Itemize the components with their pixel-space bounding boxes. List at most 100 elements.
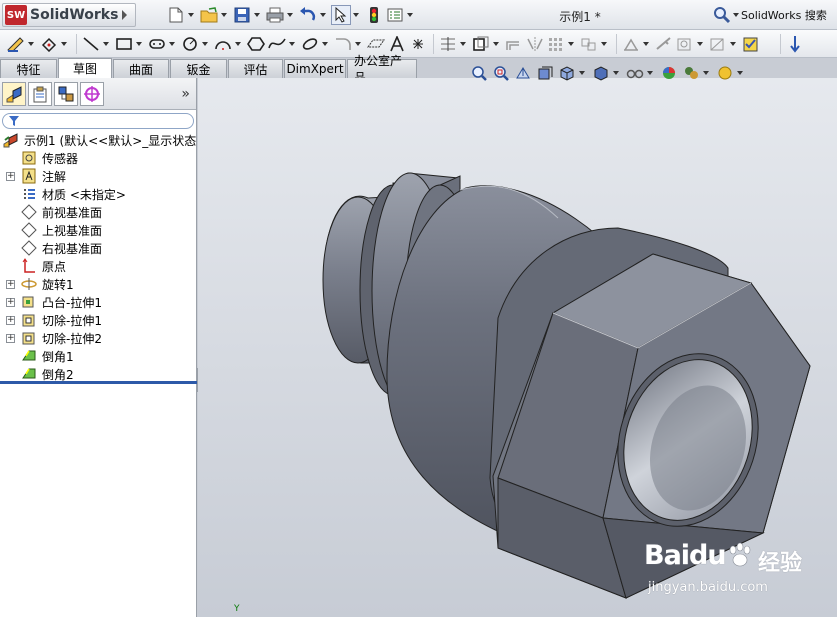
print-icon[interactable] [265, 5, 285, 25]
circle-icon[interactable] [180, 33, 200, 55]
tree-item-label: 切除-拉伸2 [42, 331, 102, 346]
tree-item[interactable]: 右视基准面 [0, 239, 196, 257]
select-dropdown[interactable] [353, 13, 359, 17]
tab-surfaces[interactable]: 曲面 [113, 59, 169, 78]
tree-item-label: 上视基准面 [42, 223, 103, 238]
display-style-icon[interactable] [590, 63, 612, 83]
expand-toggle-icon[interactable]: + [6, 315, 15, 325]
tree-root[interactable]: 示例1 (默认<<默认>_显示状态 [0, 131, 196, 149]
display-relations-icon[interactable] [621, 33, 641, 55]
tree-item-label: 右视基准面 [42, 241, 103, 256]
arc-icon[interactable] [213, 33, 233, 55]
sketch-icon[interactable] [6, 33, 26, 55]
expand-toggle-icon[interactable]: + [6, 171, 15, 181]
tree-item[interactable]: + 切除-拉伸1 [0, 311, 196, 329]
print-dropdown[interactable] [287, 13, 293, 17]
open-dropdown[interactable] [221, 13, 227, 17]
hide-show-icon[interactable] [624, 63, 646, 83]
view-settings-icon[interactable] [714, 63, 736, 83]
tree-item[interactable]: 上视基准面 [0, 221, 196, 239]
chamfer-icon [21, 366, 37, 382]
smart-dimension-icon[interactable] [39, 33, 59, 55]
save-icon[interactable] [232, 5, 252, 25]
convert-entities-icon[interactable] [471, 33, 491, 55]
section-view-icon[interactable] [534, 63, 556, 83]
feature-manager-icon[interactable] [2, 81, 26, 106]
point-icon[interactable] [408, 33, 428, 55]
select-pointer-icon[interactable] [331, 5, 351, 25]
slot-icon[interactable] [147, 33, 167, 55]
expand-toggle-icon[interactable]: + [6, 297, 15, 307]
new-dropdown[interactable] [188, 13, 194, 17]
tree-item-label: 倒角1 [42, 349, 74, 364]
hex-nut-fitting-model[interactable] [198, 78, 837, 617]
fillet-icon[interactable] [333, 33, 353, 55]
rollback-bar[interactable] [0, 381, 197, 384]
sensor-icon [21, 150, 37, 166]
watermark-brand: Baidu [644, 540, 727, 571]
previous-view-icon[interactable] [512, 63, 534, 83]
tree-item[interactable]: + 旋转1 [0, 275, 196, 293]
tab-features[interactable]: 特征 [0, 59, 57, 78]
options-icon[interactable] [385, 5, 405, 25]
save-dropdown[interactable] [254, 13, 260, 17]
tree-item[interactable]: 材质 <未指定> [0, 185, 196, 203]
graphics-area[interactable] [198, 78, 837, 617]
expand-panel-icon[interactable]: » [181, 86, 190, 102]
line-icon[interactable] [81, 33, 101, 55]
feature-filter-input[interactable] [2, 113, 194, 129]
tree-item[interactable]: + 切除-拉伸2 [0, 329, 196, 347]
quick-snaps-icon[interactable] [675, 33, 695, 55]
new-document-icon[interactable] [166, 5, 186, 25]
paw-logo-icon [729, 542, 751, 567]
pattern-icon[interactable] [546, 33, 566, 55]
rebuild-traffic-light-icon[interactable] [364, 5, 384, 25]
solidworks-search[interactable]: SolidWorks 搜索 [713, 5, 827, 25]
dimxpert-manager-icon[interactable] [80, 81, 104, 106]
rapid-sketch-icon[interactable] [708, 33, 728, 55]
tab-evaluate[interactable]: 评估 [228, 59, 283, 78]
command-tabs: 特征 草图 曲面 钣金 评估 DimXpert 办公室产品 [0, 54, 430, 85]
tree-item[interactable]: 原点 [0, 257, 196, 275]
property-manager-icon[interactable] [28, 81, 52, 106]
apply-scene-icon[interactable] [680, 63, 702, 83]
zoom-to-fit-icon[interactable] [468, 63, 490, 83]
undo-dropdown[interactable] [320, 13, 326, 17]
rectangle-icon[interactable] [114, 33, 134, 55]
instant3d-icon[interactable] [741, 33, 761, 55]
polygon-icon[interactable] [246, 33, 266, 55]
tab-dimxpert[interactable]: DimXpert [284, 59, 346, 78]
plane-icon [21, 240, 37, 256]
help-pin-icon[interactable] [785, 33, 805, 55]
open-folder-icon[interactable] [199, 5, 219, 25]
repair-sketch-icon[interactable] [654, 33, 674, 55]
tree-item[interactable]: + 注解 [0, 167, 196, 185]
view-orientation-icon[interactable] [556, 63, 578, 83]
spline-icon[interactable] [267, 33, 287, 55]
expand-toggle-icon[interactable]: + [6, 279, 15, 289]
chamfer-icon [21, 348, 37, 364]
tree-item[interactable]: + 凸台-拉伸1 [0, 293, 196, 311]
move-entities-icon[interactable] [579, 33, 599, 55]
feature-manager-panel: » 示例1 (默认<<默认>_显示状态 传感器 + 注解 材质 <未指定> 前视基准面上… [0, 78, 197, 617]
configuration-manager-icon[interactable] [54, 81, 78, 106]
ellipse-icon[interactable] [300, 33, 320, 55]
tree-item[interactable]: 传感器 [0, 149, 196, 167]
zoom-area-icon[interactable] [490, 63, 512, 83]
tab-sketch[interactable]: 草图 [58, 58, 112, 78]
tree-item[interactable]: 前视基准面 [0, 203, 196, 221]
options-dropdown[interactable] [407, 13, 413, 17]
trim-icon[interactable] [438, 33, 458, 55]
tree-item[interactable]: 倒角1 [0, 347, 196, 365]
offset-icon[interactable] [504, 33, 524, 55]
edit-appearance-icon[interactable] [658, 63, 680, 83]
mirror-icon[interactable] [525, 33, 545, 55]
tab-sheet-metal[interactable]: 钣金 [170, 59, 227, 78]
expand-toggle-icon[interactable]: + [6, 333, 15, 343]
solidworks-menu-button[interactable]: SW SolidWorks [2, 3, 136, 27]
undo-icon[interactable] [298, 5, 318, 25]
quick-access-toolbar [166, 5, 418, 25]
triad-y-label: Y [234, 604, 240, 614]
tab-office-products[interactable]: 办公室产品 [347, 54, 417, 85]
search-dropdown-icon[interactable] [733, 13, 739, 17]
